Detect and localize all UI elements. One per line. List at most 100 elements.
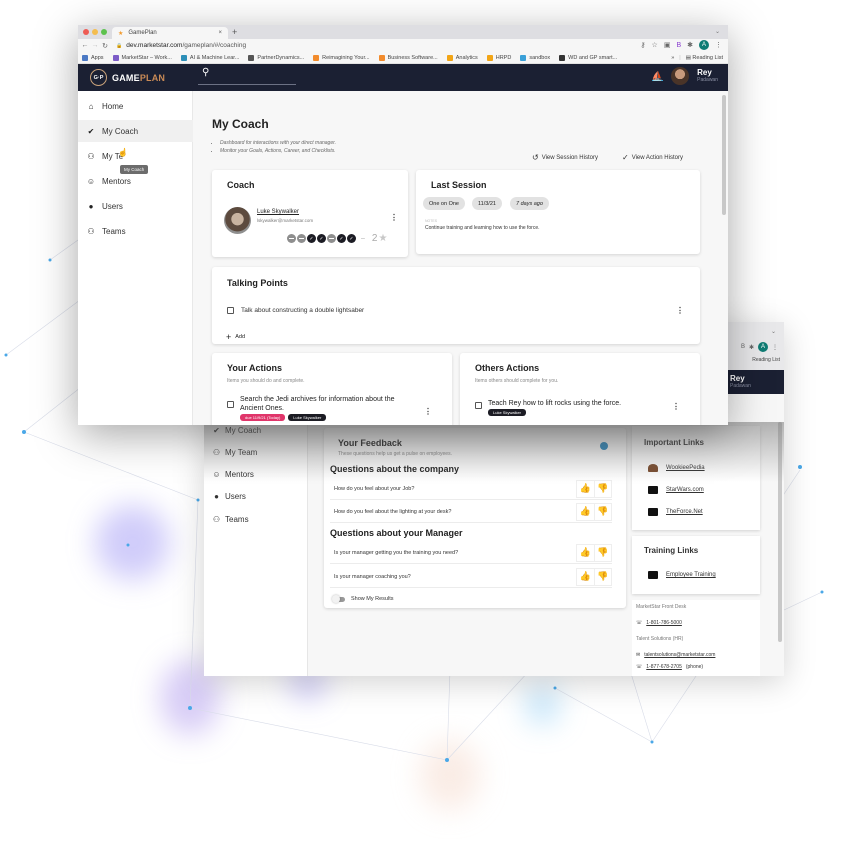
back-nav-teams[interactable]: ⚇ Teams xyxy=(212,515,249,524)
back-nav-mentors[interactable]: ☺ Mentors xyxy=(212,470,254,479)
talking-point-checkbox[interactable] xyxy=(227,307,234,314)
sidebar-item-teams[interactable]: ⚇ Teams xyxy=(78,220,193,242)
ship-icon[interactable]: ⛵ xyxy=(651,71,664,81)
sidebar-item-my-team[interactable]: ⚇ My Te xyxy=(78,145,193,167)
search-input[interactable]: ⚲ xyxy=(198,67,296,85)
back-nav-users[interactable]: ● Users xyxy=(212,492,246,501)
face-icon: ☺ xyxy=(86,176,96,186)
main-scrollbar[interactable] xyxy=(722,95,726,215)
bookmark-star-icon[interactable]: ☆ xyxy=(652,41,658,49)
profile-avatar[interactable]: A xyxy=(699,40,709,50)
starwars-icon xyxy=(648,508,658,516)
more-options-icon[interactable]: ⋮ xyxy=(672,403,680,411)
view-session-history-button[interactable]: ↺ View Session History xyxy=(532,153,598,162)
extension-icon[interactable]: B xyxy=(741,344,745,350)
gameplan-logo[interactable]: G·P GAMEPLAN xyxy=(90,69,165,86)
thumbs-up-icon[interactable]: 👍 xyxy=(577,504,594,520)
phone-link[interactable]: 1-801-786-5000 xyxy=(646,620,682,626)
back-nav-my-coach[interactable]: ✔ My Coach xyxy=(212,426,261,435)
bookmark[interactable]: Reimagining Your... xyxy=(313,54,370,61)
history-icon: ↺ xyxy=(532,153,539,162)
tab-search-icon[interactable]: ⌄ xyxy=(715,28,720,35)
email-link[interactable]: talentsolutions@marketstar.com xyxy=(644,652,715,658)
email-icon: ✉ xyxy=(636,652,641,658)
new-tab-button[interactable]: + xyxy=(232,27,237,37)
bookmark[interactable]: HRPD xyxy=(486,54,511,61)
thumbs-down-icon[interactable]: 👎 xyxy=(594,568,611,585)
action-item: Search the Jedi archives for information… xyxy=(227,395,394,421)
key-icon[interactable]: ⚷ xyxy=(640,41,645,49)
bookmarks-overflow[interactable]: » xyxy=(671,55,674,61)
profile-avatar[interactable]: A xyxy=(758,342,768,352)
link-starwars[interactable]: StarWars.com xyxy=(648,486,704,494)
thumbs-down-icon[interactable]: 👎 xyxy=(594,544,611,561)
chevron-down-icon[interactable]: ⌄ xyxy=(771,328,776,335)
info-icon[interactable] xyxy=(600,442,608,450)
puzzle-icon[interactable]: ✱ xyxy=(749,344,754,351)
bookmark-label: MarketStar – Work... xyxy=(121,54,172,61)
bookmark-apps[interactable]: Apps xyxy=(82,54,104,61)
question-text: How do you feel about your Job? xyxy=(334,485,415,492)
lock-icon: 🔒 xyxy=(116,42,123,49)
link-employee-training[interactable]: Employee Training xyxy=(648,571,716,579)
coach-name-link[interactable]: Luke Skywalker xyxy=(257,209,299,215)
thumbs-up-icon[interactable]: 👍 xyxy=(577,569,594,585)
close-tab-icon[interactable]: × xyxy=(218,30,222,36)
front-desk-phone[interactable]: ☏ 1-801-786-5000 xyxy=(636,620,682,626)
sidebar-item-users[interactable]: ● Users xyxy=(78,195,193,217)
add-talking-point-button[interactable]: + Add xyxy=(226,333,245,342)
back-scrollbar[interactable] xyxy=(778,422,782,642)
feedback-question-row: How do you feel about your Job? 👍 👎 xyxy=(330,478,612,500)
thumbs-down-icon[interactable]: 👎 xyxy=(594,503,611,520)
minimize-window-button[interactable] xyxy=(92,29,98,35)
sidebar-item-my-coach[interactable]: ✔ My Coach xyxy=(78,120,193,142)
back-arrow-icon[interactable]: ← xyxy=(80,42,90,49)
more-options-icon[interactable]: ⋮ xyxy=(676,307,684,315)
maximize-window-button[interactable] xyxy=(101,29,107,35)
menu-icon[interactable]: ⋮ xyxy=(772,344,778,351)
puzzle-icon[interactable]: ✱ xyxy=(687,41,693,49)
action-checkbox[interactable] xyxy=(227,401,234,408)
thumbs-down-icon[interactable]: 👎 xyxy=(594,480,611,497)
reading-list-button[interactable]: ▤ Reading List xyxy=(686,55,723,61)
main-content: My Coach Dashboard for interactions with… xyxy=(194,91,728,425)
url-field[interactable]: 🔒 dev.marketstar.com/gameplan/#/coaching xyxy=(116,42,246,49)
more-options-icon[interactable]: ⋮ xyxy=(390,214,398,222)
forward-arrow-icon[interactable]: → xyxy=(90,42,100,49)
action-checkbox[interactable] xyxy=(475,402,482,409)
link-theforce[interactable]: TheForce.Net xyxy=(648,508,703,516)
bookmark-icon xyxy=(180,54,187,61)
back-nav-my-team[interactable]: ⚇ My Team xyxy=(212,448,257,457)
bookmark[interactable]: PartnerDynamics... xyxy=(248,54,304,61)
show-results-toggle[interactable]: Show My Results xyxy=(332,594,394,603)
coach-email: lskywalker@marketstar.com xyxy=(257,218,314,223)
close-window-button[interactable] xyxy=(83,29,89,35)
nav-label: Home xyxy=(102,101,124,111)
reload-icon[interactable]: ↻ xyxy=(100,42,110,50)
link-label: StarWars.com xyxy=(666,487,704,493)
bookmark[interactable]: WD and GP smart... xyxy=(559,54,618,61)
sidebar-item-home[interactable]: ⌂ Home xyxy=(78,95,193,117)
reading-list-label: Reading List xyxy=(692,55,723,61)
hr-phone[interactable]: ☏ 1-877-678-2705 (phone) xyxy=(636,664,703,670)
more-options-icon[interactable]: ⋮ xyxy=(424,408,432,416)
bookmark[interactable]: AI & Machine Lear... xyxy=(180,54,239,61)
toggle-switch[interactable] xyxy=(332,594,345,603)
browser-menu-icon[interactable]: ⋮ xyxy=(715,41,722,49)
thumbs-up-icon[interactable]: 👍 xyxy=(577,481,594,497)
bookmark[interactable]: Business Software... xyxy=(378,54,438,61)
phone-link[interactable]: 1-877-678-2705 xyxy=(646,664,682,670)
extension-icon[interactable]: ▣ xyxy=(664,41,671,49)
link-wookieepedia[interactable]: WookieePedia xyxy=(648,464,705,472)
thumbs-up-icon[interactable]: 👍 xyxy=(577,545,594,561)
browser-tab[interactable]: ★ GamePlan × xyxy=(112,27,228,39)
bookmark[interactable]: sandbox xyxy=(520,54,550,61)
back-reading-list[interactable]: Reading List xyxy=(752,357,780,363)
extension-b-icon[interactable]: B xyxy=(676,42,681,49)
bookmark[interactable]: Analytics xyxy=(446,54,478,61)
view-action-history-button[interactable]: ✓ View Action History xyxy=(622,153,683,162)
bookmark-label: WD and GP smart... xyxy=(568,54,618,61)
hr-email[interactable]: ✉ talentsolutions@marketstar.com xyxy=(636,652,715,658)
user-avatar[interactable] xyxy=(671,67,690,85)
bookmark[interactable]: MarketStar – Work... xyxy=(112,54,172,61)
